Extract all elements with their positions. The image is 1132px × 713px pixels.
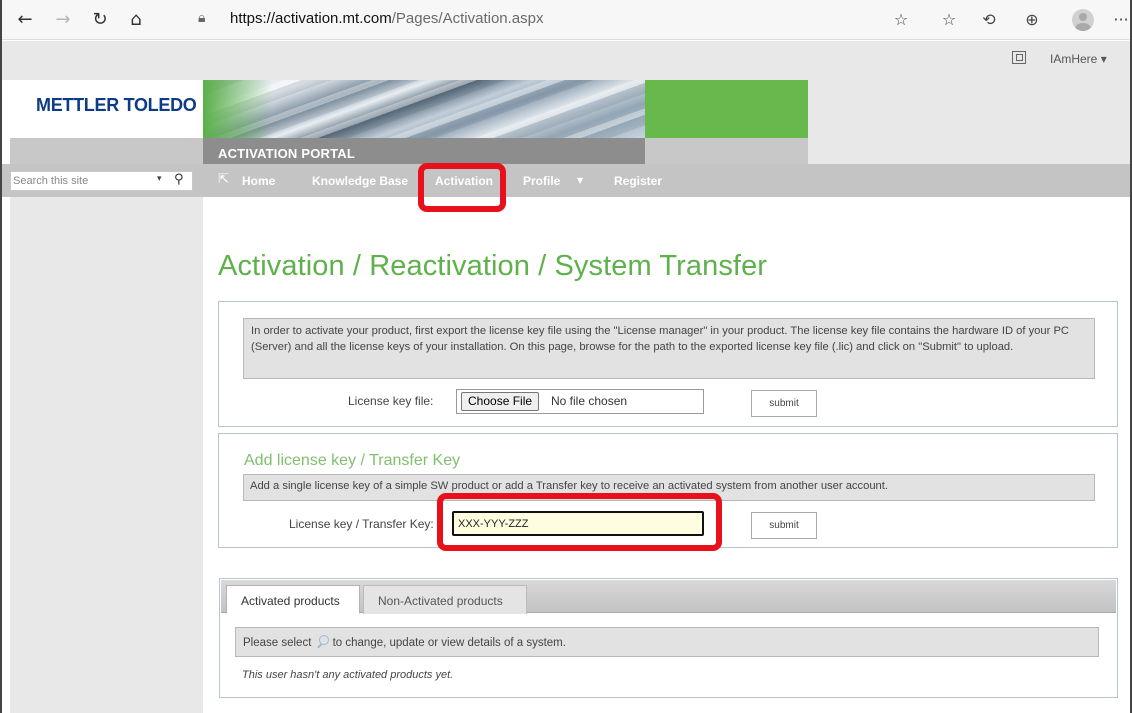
portal-bar-light <box>645 138 808 164</box>
tab-activated-products[interactable]: Activated products <box>226 585 360 614</box>
search-box: ▾ ⚲ <box>10 171 193 191</box>
tab-non-activated-products[interactable]: Non-Activated products <box>363 585 527 614</box>
lock-icon[interactable]: 🔒︎ <box>198 10 205 26</box>
search-input[interactable] <box>13 174 143 188</box>
annotation-highlight-activation <box>418 163 506 212</box>
favorites-add-icon[interactable]: ☆ <box>890 9 912 31</box>
empty-products-note: This user hasn't any activated products … <box>242 669 454 681</box>
magnifier-icon <box>316 635 330 649</box>
suite-bar <box>2 41 1130 80</box>
hint-text-after: to change, update or view details of a s… <box>332 637 566 649</box>
add-key-title: Add license key / Transfer Key <box>244 452 461 469</box>
banner-green-block <box>645 80 808 138</box>
more-icon[interactable]: ··· <box>1110 9 1130 31</box>
submit-file-button[interactable]: submit <box>751 390 817 417</box>
license-key-label: License key / Transfer Key: <box>289 517 434 531</box>
license-file-field: Choose File No file chosen <box>456 389 704 414</box>
nav-register[interactable]: Register <box>614 174 662 188</box>
logo[interactable]: METTLER TOLEDO <box>36 95 197 116</box>
home-icon[interactable]: ⌂ <box>125 9 147 31</box>
chevron-down-icon[interactable]: ▼ <box>577 176 583 185</box>
products-hint: Please select to change, update or view … <box>235 627 1099 657</box>
page-title: Activation / Reactivation / System Trans… <box>218 250 768 282</box>
annotation-highlight-key <box>437 493 722 551</box>
left-sidebar <box>10 197 203 713</box>
portal-bar-right <box>808 138 1130 164</box>
url-text[interactable]: https://activation.mt.com/Pages/Activati… <box>230 10 544 27</box>
nav-home[interactable]: Home <box>242 174 275 188</box>
nav-knowledge-base[interactable]: Knowledge Base <box>312 174 408 188</box>
license-file-label: License key file: <box>348 394 434 408</box>
activation-instructions: In order to activate your product, first… <box>243 318 1095 379</box>
no-file-text: No file chosen <box>551 394 628 408</box>
collections-icon[interactable]: ⊕ <box>1021 9 1043 31</box>
home-nav-icon: ⇱ <box>218 172 229 187</box>
submit-key-button[interactable]: submit <box>751 512 817 539</box>
history-icon[interactable]: ⟲ <box>978 9 1000 31</box>
back-icon[interactable]: ← <box>14 9 36 31</box>
search-icon[interactable]: ⚲ <box>174 172 184 187</box>
choose-file-button[interactable]: Choose File <box>461 392 540 411</box>
refresh-icon[interactable]: ↻ <box>89 9 111 31</box>
page-frame: ← → ↻ ⌂ 🔒︎ https://activation.mt.com/Pag… <box>0 0 1132 713</box>
chevron-down-icon: ▾ <box>1100 52 1107 66</box>
nav-profile[interactable]: Profile <box>523 174 560 188</box>
portal-title: ACTIVATION PORTAL <box>218 146 355 161</box>
banner-image <box>203 80 645 138</box>
header-left-bar <box>10 138 203 164</box>
favorites-icon[interactable]: ☆ <box>938 9 960 31</box>
user-menu[interactable]: IAmHere ▾ <box>1050 52 1107 66</box>
profile-icon[interactable] <box>1072 9 1094 31</box>
forward-icon[interactable]: → <box>52 9 74 31</box>
address-bar[interactable]: 🔒︎ https://activation.mt.com/Pages/Activ… <box>190 4 916 34</box>
search-scope-dropdown-icon[interactable]: ▾ <box>157 174 162 184</box>
hint-text-before: Please select <box>243 637 312 649</box>
focus-mode-icon[interactable] <box>1012 51 1026 64</box>
banner-filler <box>808 80 1130 138</box>
browser-toolbar: ← → ↻ ⌂ 🔒︎ https://activation.mt.com/Pag… <box>2 0 1130 40</box>
